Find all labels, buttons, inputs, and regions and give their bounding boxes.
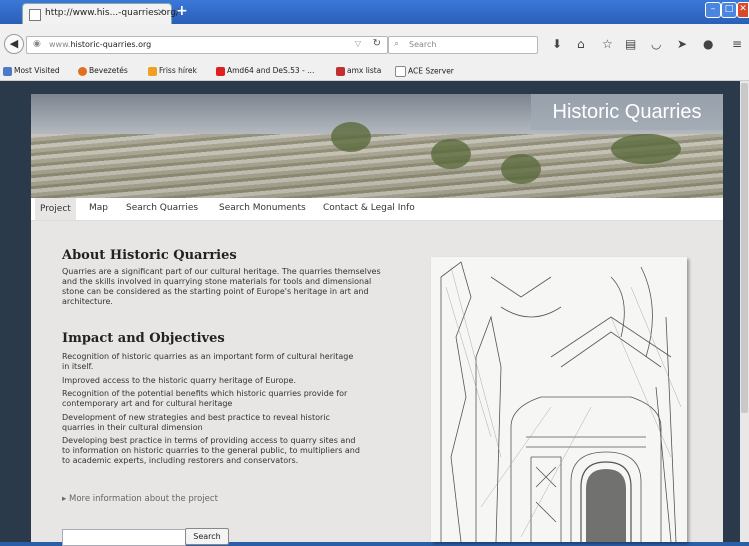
menu-icon[interactable]: ≡ <box>732 37 742 51</box>
download-icon[interactable]: ⬇ <box>552 37 562 51</box>
firefox-icon <box>78 66 87 76</box>
tab-close-icon[interactable]: × <box>157 7 165 18</box>
search-placeholder: Search <box>409 40 437 49</box>
impact-heading: Impact and Objectives <box>62 331 225 346</box>
maximize-button[interactable]: □ <box>721 2 737 18</box>
minimize-button[interactable]: – <box>705 2 721 18</box>
back-button[interactable]: ◀ <box>4 34 24 54</box>
bookmark-friss-hirek[interactable]: Friss hírek <box>148 66 197 76</box>
objective-item: Development of new strategies and best p… <box>62 413 330 432</box>
vertical-scrollbar[interactable] <box>740 81 749 542</box>
url-dropdown-icon[interactable]: ▽ <box>355 39 361 48</box>
new-tab-button[interactable]: + <box>176 3 188 19</box>
site-container: Historic Quarries Project Map Search Qua… <box>31 94 723 546</box>
about-heading: About Historic Quarries <box>62 248 237 263</box>
navigation-bar: ◀ ◉ www.historic-quarries.org ▽ ↻ ⌕ Sear… <box>0 24 749 63</box>
bookmark-ace-szerver[interactable]: ACE Szerver <box>395 66 454 77</box>
mail-list-icon <box>336 66 345 76</box>
bookmarks-bar: Most Visited Bevezetés Friss hírek Amd64… <box>0 62 749 81</box>
objective-item: Recognition of historic quarries as an i… <box>62 352 354 371</box>
site-search-button[interactable]: Search <box>185 528 229 545</box>
send-icon[interactable]: ➤ <box>677 37 687 51</box>
objective-item: Improved access to the historic quarry h… <box>62 376 296 385</box>
more-info-link[interactable]: ▸ More information about the project <box>62 494 218 504</box>
rss-icon <box>148 66 157 76</box>
quarry-banner-image: Historic Quarries <box>31 94 723 198</box>
sketch-drawing <box>440 261 682 542</box>
search-icon: ⌕ <box>394 39 400 49</box>
bookmark-amx-lista[interactable]: amx lista <box>336 66 381 76</box>
address-bar[interactable]: ◉ www.historic-quarries.org ▽ ↻ <box>26 36 388 54</box>
main-menu: Project Map Search Quarries Search Monum… <box>31 198 723 221</box>
objective-item: Developing best practice in terms of pro… <box>62 436 360 465</box>
star-icon[interactable]: ☆ <box>602 37 613 51</box>
bookmarks-folder-icon <box>3 66 12 76</box>
page-icon <box>395 66 406 77</box>
reader-icon[interactable]: ▤ <box>625 37 636 51</box>
bookmark-most-visited[interactable]: Most Visited <box>3 66 60 76</box>
site-title[interactable]: Historic Quarries <box>531 94 723 130</box>
scrollbar-thumb[interactable] <box>741 83 748 413</box>
menu-item-map[interactable]: Map <box>89 203 108 213</box>
bookmark-amd64[interactable]: Amd64 and DeS.53 - ... <box>216 66 314 76</box>
home-icon[interactable]: ⌂ <box>577 37 585 51</box>
reload-icon[interactable]: ↻ <box>373 38 381 49</box>
star-burst-icon <box>216 66 225 76</box>
url-text: www.historic-quarries.org <box>49 40 152 49</box>
menu-item-project[interactable]: Project <box>35 198 76 220</box>
page-viewport: Historic Quarries Project Map Search Qua… <box>0 81 740 546</box>
title-bar: http://www.his...-quarries.org/ × + – □ … <box>0 0 749 25</box>
bookmark-bevezetes[interactable]: Bevezetés <box>78 66 128 76</box>
site-identity-icon[interactable]: ◉ <box>33 39 41 49</box>
close-window-button[interactable]: ✕ <box>737 2 749 18</box>
pocket-icon[interactable]: ◡ <box>651 37 661 51</box>
arrow-right-icon: ▸ <box>62 494 67 504</box>
about-paragraph: Quarries are a significant part of our c… <box>62 267 381 306</box>
menu-item-contact-legal[interactable]: Contact & Legal Info <box>323 203 415 213</box>
objective-item: Recognition of the potential benefits wh… <box>62 389 348 408</box>
page-favicon-icon <box>29 9 41 21</box>
browser-tab[interactable]: http://www.his...-quarries.org/ × <box>22 3 179 25</box>
architecture-sketch-image <box>431 257 687 542</box>
menu-item-search-monuments[interactable]: Search Monuments <box>219 203 306 213</box>
site-search-input[interactable] <box>62 529 186 546</box>
chat-icon[interactable]: ● <box>703 37 713 51</box>
menu-item-search-quarries[interactable]: Search Quarries <box>126 203 198 213</box>
search-box[interactable]: ⌕ Search <box>388 36 538 54</box>
